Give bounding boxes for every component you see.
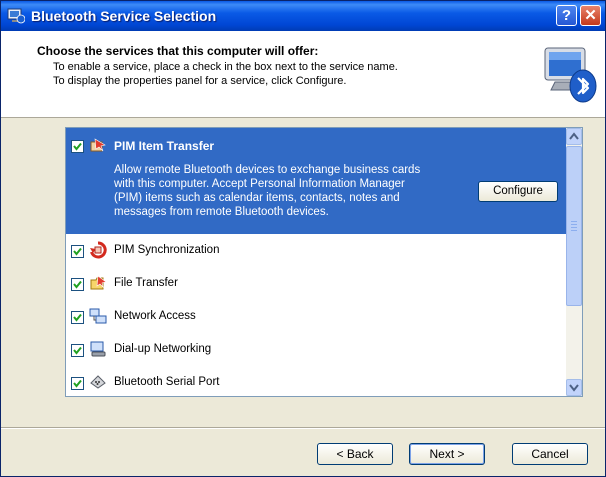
service-label: PIM Synchronization	[114, 244, 220, 256]
check-icon	[73, 142, 82, 151]
description-line: (PIM) items such as calendar items, cont…	[114, 192, 400, 204]
service-item-bluetooth-serial-port[interactable]: Bluetooth Serial Port	[66, 366, 566, 396]
service-list[interactable]: PIM Item Transfer Allow remote Bluetooth…	[65, 127, 583, 397]
check-icon	[73, 313, 82, 322]
instruction-line-2: To display the properties panel for a se…	[53, 75, 347, 87]
service-label: Network Access	[114, 310, 196, 322]
service-label: Bluetooth Serial Port	[114, 376, 220, 388]
pim-sync-icon	[90, 241, 107, 259]
next-button[interactable]: Next >	[409, 443, 485, 465]
title-bar[interactable]: Bluetooth Service Selection ? ✕	[1, 1, 605, 31]
bluetooth-service-selection-window: Bluetooth Service Selection ? ✕ Choose t…	[0, 0, 606, 477]
service-item-file-transfer[interactable]: File Transfer	[66, 267, 566, 300]
checkbox-network-access[interactable]	[71, 311, 84, 324]
serial-port-icon	[90, 375, 106, 389]
window-title: Bluetooth Service Selection	[31, 8, 217, 24]
service-label: File Transfer	[114, 277, 178, 289]
checkbox-bluetooth-serial-port[interactable]	[71, 377, 84, 390]
checkbox-file-transfer[interactable]	[71, 278, 84, 291]
chevron-down-icon	[569, 384, 579, 392]
instruction-line-1: To enable a service, place a check in th…	[53, 61, 398, 73]
description-line: with this computer. Accept Personal Info…	[114, 178, 405, 190]
help-button[interactable]: ?	[556, 5, 577, 26]
header-panel: Choose the services that this computer w…	[1, 31, 605, 118]
chevron-up-icon	[569, 132, 579, 140]
service-item-pim-synchronization[interactable]: PIM Synchronization	[66, 234, 566, 267]
service-item-network-access[interactable]: Network Access	[66, 300, 566, 333]
description-line: messages from remote Bluetooth devices.	[114, 206, 329, 218]
dialup-networking-icon	[90, 341, 106, 357]
cancel-button[interactable]: Cancel	[512, 443, 588, 465]
check-icon	[73, 346, 82, 355]
service-label: PIM Item Transfer	[114, 139, 215, 153]
checkbox-pim-synchronization[interactable]	[71, 245, 84, 258]
scroll-thumb[interactable]	[566, 146, 582, 306]
check-icon	[73, 280, 82, 289]
checkbox-pim-item-transfer[interactable]	[71, 140, 84, 153]
description-line: Allow remote Bluetooth devices to exchan…	[114, 164, 421, 176]
network-access-icon	[89, 308, 107, 324]
service-item-pim-item-transfer[interactable]: PIM Item Transfer Allow remote Bluetooth…	[66, 128, 566, 234]
bluetooth-app-icon	[7, 8, 25, 24]
service-item-dial-up-networking[interactable]: Dial-up Networking	[66, 333, 566, 366]
close-button[interactable]: ✕	[580, 5, 601, 26]
check-icon	[73, 379, 82, 388]
configure-button[interactable]: Configure	[478, 181, 558, 202]
scroll-up-button[interactable]	[566, 128, 582, 145]
service-description: Allow remote Bluetooth devices to exchan…	[114, 163, 434, 219]
service-label: Dial-up Networking	[114, 343, 212, 355]
page-heading: Choose the services that this computer w…	[37, 44, 319, 58]
footer-divider	[1, 427, 605, 429]
back-button[interactable]: < Back	[317, 443, 393, 465]
bluetooth-computer-icon	[544, 47, 597, 103]
check-icon	[73, 247, 82, 256]
checkbox-dial-up-networking[interactable]	[71, 344, 84, 357]
file-transfer-icon	[90, 275, 107, 290]
scroll-down-button[interactable]	[566, 379, 582, 396]
pim-transfer-icon	[90, 138, 106, 152]
vertical-scrollbar[interactable]	[566, 128, 582, 396]
